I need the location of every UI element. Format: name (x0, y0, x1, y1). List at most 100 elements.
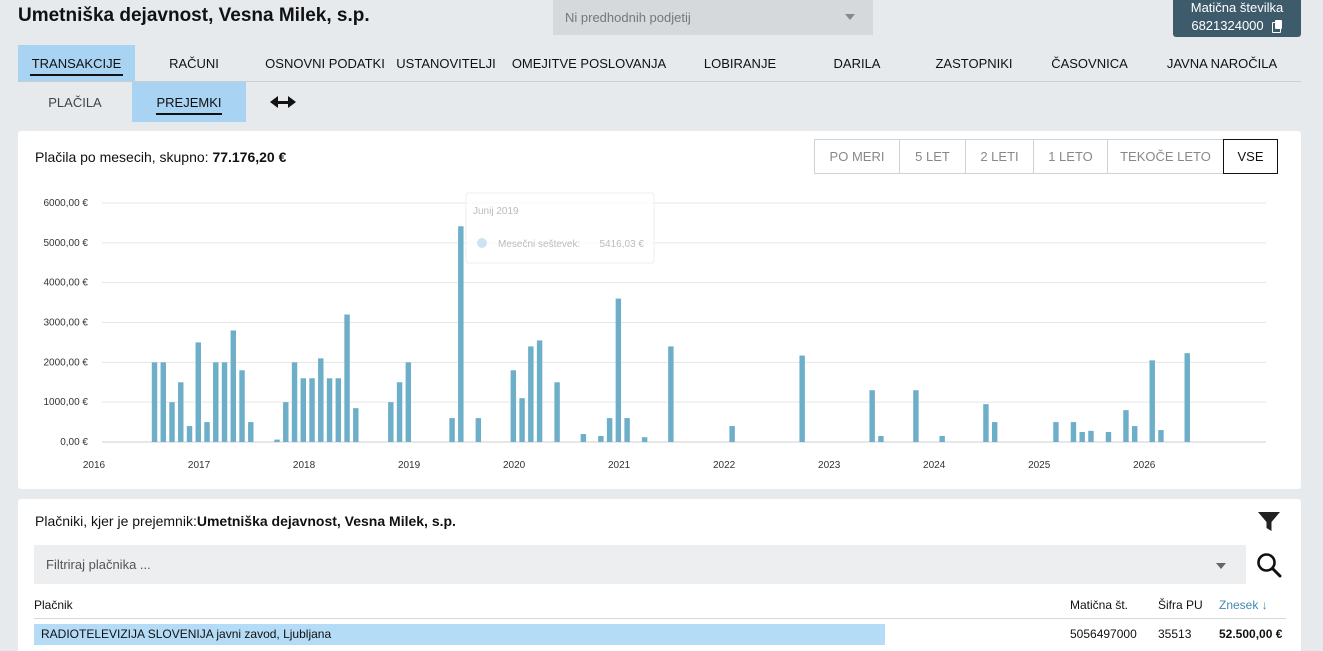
chart-tooltip (465, 192, 655, 264)
tooltip-series-marker (477, 238, 487, 248)
copy-icon[interactable] (1271, 20, 1283, 33)
chart-bar (326, 378, 333, 442)
tab-javna-narocila[interactable]: Javna naročila (1148, 45, 1296, 81)
subtab-prejemki[interactable]: Prejemki (132, 82, 246, 122)
previous-companies-select[interactable]: Ni predhodnih podjetij (553, 0, 873, 35)
tab-ustanovitelji[interactable]: Ustanovitelji (396, 45, 496, 81)
subtab-placila[interactable]: Plačila (18, 82, 132, 122)
chart-bar (396, 382, 403, 442)
chart-bar (186, 426, 193, 442)
chart-bar (1105, 432, 1112, 442)
column-header-amount[interactable]: Znesek ↓ (1219, 598, 1268, 612)
tab-racuni[interactable]: Računi (135, 45, 253, 81)
chart-bar (668, 346, 674, 442)
column-header-maticna[interactable]: Matična št. (1070, 598, 1128, 612)
chart-bar (510, 370, 517, 442)
chart-bar (939, 436, 945, 442)
payer-filter-input[interactable]: Filtriraj plačnika ... (34, 545, 1246, 584)
x-tick-label: 2021 (608, 460, 631, 471)
y-tick-label: 3000,00 € (44, 318, 89, 329)
table-row-payer-name[interactable]: RADIOTELEVIZIJA SLOVENIJA javni zavod, L… (41, 627, 331, 641)
payers-card: Plačniki, kjer je prejemnik:Umetniška de… (18, 499, 1301, 651)
range-current-year-button[interactable]: Tekoče leto (1107, 139, 1223, 174)
y-tick-label: 1000,00 € (44, 397, 89, 408)
chart-bar (1079, 432, 1085, 442)
chart-bar (248, 422, 254, 442)
range-5y-button[interactable]: 5 let (899, 139, 965, 174)
chart-bar (1149, 360, 1155, 442)
table-header-divider (34, 618, 1286, 619)
chart-bar (1123, 410, 1129, 442)
column-header-sifra[interactable]: Šifra PU (1158, 598, 1203, 612)
x-tick-label: 2018 (293, 460, 316, 471)
chart-bar (151, 362, 158, 442)
chart-card: 0,00 € 1000,00 € 2000,00 € 3000,00 € 4000,00… (18, 131, 1301, 489)
chart-bar (309, 378, 315, 442)
x-tick-label: 2023 (818, 460, 841, 471)
swap-arrows-icon[interactable] (270, 82, 296, 122)
range-1y-button[interactable]: 1 leto (1033, 139, 1107, 174)
chart-bar (230, 330, 236, 442)
y-tick-label: 5000,00 € (44, 238, 89, 249)
payers-title: Plačniki, kjer je prejemnik:Umetniška de… (35, 513, 456, 529)
chart-bar (344, 314, 350, 442)
chart-bar (160, 362, 166, 442)
table-row-maticna: 5056497000 (1070, 627, 1137, 641)
payers-title-entity: Umetniška dejavnost, Vesna Milek, s.p. (196, 513, 456, 529)
chart-title: Plačila po mesecih, skupno: 77.176,20 € (35, 149, 286, 165)
x-tick-label: 2022 (713, 460, 736, 471)
range-all-button[interactable]: VSE (1223, 139, 1278, 174)
table-row-sifra: 35513 (1158, 627, 1192, 641)
registration-number-label: Matična številka (1190, 0, 1284, 15)
search-icon[interactable] (1256, 552, 1282, 578)
tab-lobiranje[interactable]: Lobiranje (683, 45, 797, 81)
registration-number-box: Matična številka 6821324000 (1173, 0, 1301, 37)
chart-bar (869, 390, 875, 442)
chart-bar (606, 418, 613, 442)
chart-bar (536, 340, 543, 442)
chart-title-prefix: Plačila po mesecih, skupno: (35, 149, 209, 165)
y-tick-label: 0,00 € (60, 437, 88, 448)
tab-label: Ustanovitelji (396, 55, 496, 71)
tab-zastopniki[interactable]: Zastopniki (917, 45, 1031, 81)
chart-bar (519, 398, 525, 442)
chart-bar (799, 355, 805, 442)
chart-bar (580, 434, 587, 442)
x-tick-label: 2024 (923, 460, 946, 471)
chart-bar (204, 422, 210, 442)
tab-casovnica[interactable]: Časovnica (1031, 45, 1148, 81)
range-custom-button[interactable]: Po meri (814, 139, 899, 174)
chart-bar (1088, 430, 1094, 442)
payers-title-prefix: Plačniki, kjer je prejemnik: (35, 513, 197, 529)
filter-icon[interactable] (1257, 511, 1281, 533)
chart-bar (641, 437, 648, 442)
chart-bar (1070, 422, 1077, 442)
chevron-down-icon (845, 14, 855, 20)
tooltip-series-label: Mesečni seštevek: (498, 239, 580, 250)
chart-bar (624, 418, 630, 442)
tooltip-title: Junij 2019 (473, 206, 519, 217)
x-tick-label: 2017 (188, 460, 211, 471)
tab-label: Zastopniki (935, 55, 1013, 71)
chart-bar (991, 422, 998, 442)
tab-omejitve-poslovanja[interactable]: Omejitve poslovanja (495, 45, 683, 81)
tab-label: Lobiranje (703, 55, 777, 71)
chart-bar (318, 358, 324, 442)
y-tick-label: 4000,00 € (44, 278, 89, 289)
table-row-amount: 52.500,00 € (1219, 627, 1283, 641)
payer-filter-placeholder: Filtriraj plačnika ... (46, 557, 151, 572)
column-header-payer[interactable]: Plačnik (34, 598, 73, 612)
chart-bar (388, 402, 394, 442)
tab-osnovni-podatki[interactable]: Osnovni podatki (253, 45, 397, 81)
chart-bar (213, 362, 219, 442)
x-tick-label: 2025 (1028, 460, 1051, 471)
tab-darila[interactable]: Darila (797, 45, 917, 81)
y-tick-label: 6000,00 € (44, 198, 89, 209)
range-2y-button[interactable]: 2 leti (965, 139, 1033, 174)
chart-bar (729, 426, 735, 442)
tab-transakcije[interactable]: Transakcije (18, 45, 135, 81)
chart-bar (239, 370, 245, 442)
x-tick-label: 2020 (503, 460, 526, 471)
x-tick-label: 2019 (398, 460, 421, 471)
chart-bar (615, 298, 622, 442)
